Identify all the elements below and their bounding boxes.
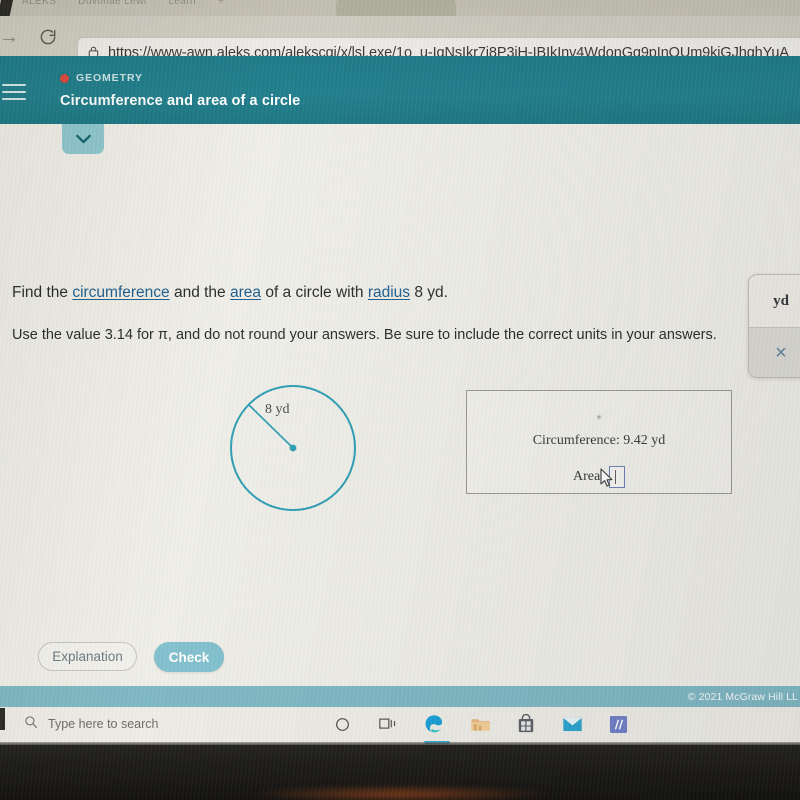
link-area[interactable]: area: [230, 284, 261, 301]
cortana-circle-icon[interactable]: [330, 711, 354, 737]
link-circumference[interactable]: circumference: [72, 284, 169, 301]
circumference-label: Circumference:: [532, 433, 620, 448]
hamburger-menu-icon[interactable]: [2, 84, 26, 102]
edge-browser-icon[interactable]: [422, 711, 446, 737]
laptop-screen: ALEKS Duvonae Lewi Learn + → https://www…: [0, 0, 800, 745]
course-tag: GEOMETRY: [60, 72, 143, 84]
mouse-cursor: [600, 468, 614, 488]
chevron-down-icon: [75, 131, 92, 148]
circumference-answer-row: Circumference: 9.42 yd: [467, 433, 731, 449]
microsoft-store-icon[interactable]: [514, 711, 538, 737]
taskbar-icons: [330, 711, 630, 737]
app-icon[interactable]: [606, 711, 630, 737]
text-caret: [615, 470, 617, 484]
answer-box: ⁎ Circumference: 9.42 yd Area:: [466, 390, 732, 494]
radius-label: 8 yd: [265, 402, 290, 417]
close-icon[interactable]: ×: [749, 327, 800, 377]
area-answer-row: Area:: [467, 466, 731, 488]
q-text-mid2: of a circle with: [261, 284, 368, 301]
page-title: Circumference and area of a circle: [60, 93, 301, 109]
collapse-toggle-button[interactable]: [62, 124, 104, 154]
file-explorer-icon[interactable]: [468, 711, 492, 737]
action-button-row: Explanation Check: [0, 640, 800, 685]
mail-icon[interactable]: [560, 711, 584, 737]
tab-duvonae[interactable]: Duvonae Lewi: [78, 0, 146, 7]
unit-yd-button[interactable]: yd: [749, 275, 800, 327]
reload-icon[interactable]: [36, 25, 60, 49]
window-corner: [0, 0, 15, 16]
q-text-post: 8 yd.: [410, 284, 448, 301]
decorative-mark: ⁎: [596, 410, 602, 422]
background-glow: [250, 785, 550, 800]
windows-taskbar: Type here to search: [0, 707, 800, 745]
task-view-icon[interactable]: [376, 711, 400, 737]
tab-learn[interactable]: Learn: [168, 0, 196, 7]
inactive-tab[interactable]: [336, 0, 456, 16]
forward-arrow-icon[interactable]: →: [0, 26, 24, 48]
explanation-button[interactable]: Explanation: [38, 642, 137, 671]
unit-palette-panel: yd ×: [748, 274, 800, 378]
q-text-pre: Find the: [12, 284, 73, 301]
course-label: GEOMETRY: [76, 72, 143, 84]
start-button-edge[interactable]: [0, 708, 5, 730]
desk-surface: [0, 745, 800, 800]
copyright-text: © 2021 McGraw Hill LL: [687, 691, 798, 703]
tab-new[interactable]: +: [218, 0, 224, 7]
tab-aleks[interactable]: ALEKS: [22, 0, 56, 7]
red-status-dot: [60, 73, 69, 83]
circle-figure: [218, 376, 378, 526]
footer-band: [0, 686, 800, 707]
question-line-1: Find the circumference and the area of a…: [12, 284, 448, 302]
aleks-header: [0, 56, 800, 124]
circumference-value: 9.42 yd: [623, 433, 666, 448]
browser-toolbar: → https://www-awn.aleks.com/alekscgi/x/l…: [0, 16, 800, 67]
search-icon: [24, 715, 38, 732]
taskbar-search[interactable]: Type here to search: [24, 715, 158, 732]
problem-content: Find the circumference and the area of a…: [0, 124, 800, 624]
check-button[interactable]: Check: [154, 642, 224, 672]
browser-tabs[interactable]: ALEKS Duvonae Lewi Learn +: [22, 0, 246, 7]
search-placeholder: Type here to search: [48, 716, 159, 731]
q-text-mid: and the: [169, 284, 230, 301]
question-line-2: Use the value 3.14 for π, and do not rou…: [12, 327, 717, 343]
browser-tab-strip: ALEKS Duvonae Lewi Learn +: [0, 0, 800, 16]
link-radius[interactable]: radius: [368, 284, 410, 301]
